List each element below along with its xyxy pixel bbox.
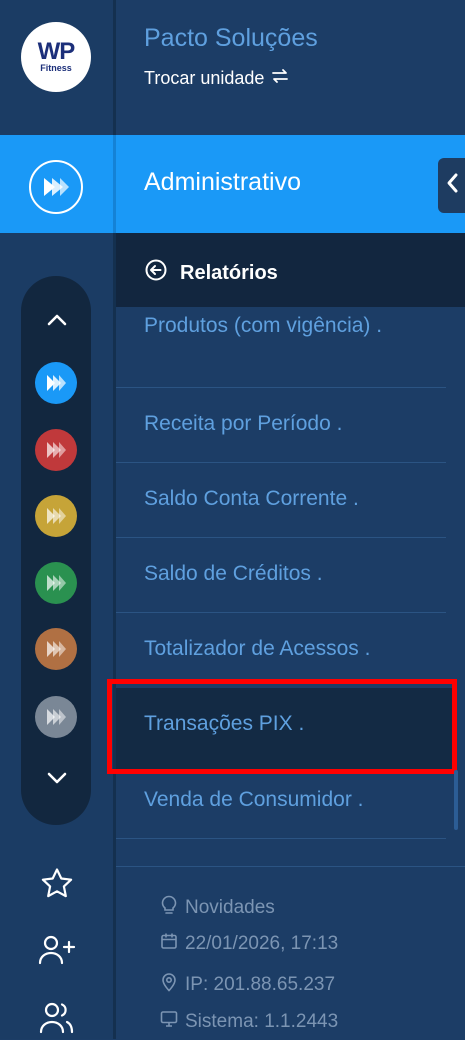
company-name: Pacto Soluções — [144, 24, 318, 52]
company-logo[interactable]: WP Fitness — [21, 22, 91, 92]
chevron-left-icon — [445, 172, 459, 199]
back-to-reports-button[interactable]: Relatórios — [144, 258, 278, 288]
menu-separator — [116, 612, 446, 613]
switch-unit-label: Trocar unidade — [144, 68, 265, 88]
users-icon — [38, 1001, 76, 1040]
news-link[interactable]: Novidades — [160, 895, 275, 921]
switch-unit-link[interactable]: Trocar unidade — [144, 66, 290, 91]
menu-item-saldo-conta[interactable]: Saldo Conta Corrente . — [144, 487, 446, 511]
logo-sub-text: Fitness — [40, 63, 72, 73]
menu-item-receita[interactable]: Receita por Período . — [144, 412, 446, 436]
star-icon — [40, 867, 74, 904]
menu-item-totalizador[interactable]: Totalizador de Acessos . — [144, 637, 446, 661]
app-dot-5[interactable] — [35, 628, 77, 670]
swap-arrows-icon — [270, 66, 290, 91]
menu-separator — [116, 462, 446, 463]
back-label: Relatórios — [180, 261, 278, 284]
add-user-button[interactable] — [38, 933, 76, 971]
menu-item-saldo-creditos[interactable]: Saldo de Créditos . — [144, 562, 446, 586]
menu-item-produtos[interactable]: Produtos (com vigência) . — [144, 312, 446, 339]
logo-main-text: WP — [37, 38, 76, 65]
arrow-left-circle-icon — [144, 258, 168, 288]
scroll-down-button[interactable] — [44, 767, 70, 793]
section-title: Administrativo — [144, 168, 301, 196]
system-label: Sistema: 1.1.2443 — [185, 1011, 339, 1032]
chevron-down-icon — [46, 771, 68, 790]
scroll-up-button[interactable] — [44, 309, 70, 335]
favorites-button[interactable] — [38, 866, 76, 904]
footer-divider — [116, 866, 465, 867]
pacto-play-icon[interactable] — [29, 160, 83, 214]
datetime-info: 22/01/2026, 17:13 — [160, 932, 338, 956]
menu-scrollbar[interactable] — [454, 770, 458, 830]
system-info: Sistema: 1.1.2443 — [160, 1010, 338, 1034]
menu-separator — [116, 537, 446, 538]
collapse-menu-button[interactable] — [438, 158, 465, 213]
datetime-label: 22/01/2026, 17:13 — [185, 933, 339, 954]
menu-separator — [116, 387, 446, 388]
user-plus-icon — [38, 934, 76, 971]
users-button[interactable] — [38, 1001, 76, 1039]
menu-separator — [116, 838, 446, 839]
lightbulb-icon — [160, 895, 178, 921]
app-dot-1[interactable] — [35, 362, 77, 404]
app-dot-2[interactable] — [35, 429, 77, 471]
app-switcher-panel — [21, 276, 91, 825]
location-pin-icon — [160, 972, 178, 998]
app-dot-6[interactable] — [35, 696, 77, 738]
chevron-up-icon — [46, 313, 68, 332]
news-label: Novidades — [185, 897, 275, 918]
menu-item-venda-consumidor[interactable]: Venda de Consumidor . — [144, 788, 446, 812]
calendar-icon — [160, 932, 178, 956]
ip-info: IP: 201.88.65.237 — [160, 972, 335, 998]
ip-label: IP: 201.88.65.237 — [185, 974, 336, 995]
monitor-icon — [160, 1010, 178, 1034]
app-dot-4[interactable] — [35, 562, 77, 604]
highlight-box — [107, 679, 457, 774]
app-dot-3[interactable] — [35, 495, 77, 537]
